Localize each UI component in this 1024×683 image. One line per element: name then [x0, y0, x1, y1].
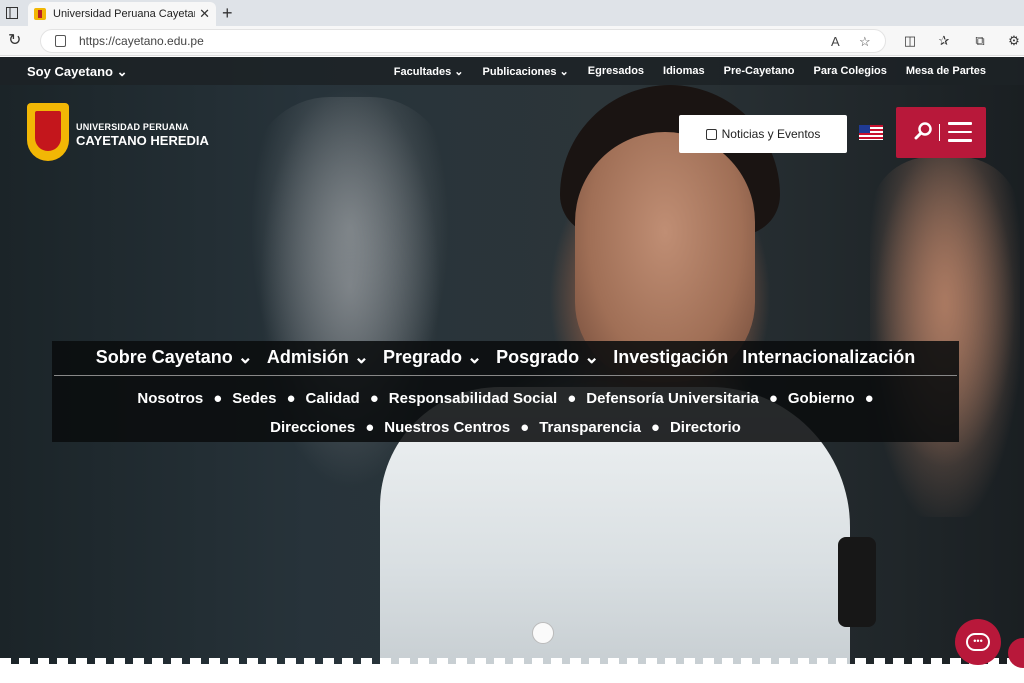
nav-admision[interactable]: Admisión ⌄ [267, 347, 369, 377]
calendar-icon [705, 128, 717, 140]
close-tab-icon[interactable]: ✕ [199, 6, 210, 22]
subnav-direcciones[interactable]: Direcciones [270, 419, 355, 436]
main-navigation: Sobre Cayetano ⌄ Admisión ⌄ Pregrado ⌄ P… [52, 341, 959, 442]
search-icon[interactable] [914, 121, 934, 147]
nav-posgrado[interactable]: Posgrado ⌄ [496, 347, 599, 377]
topnav-egresados[interactable]: Egresados [588, 65, 644, 78]
subnav-sedes[interactable]: Sedes [232, 390, 276, 407]
bullet-separator: ● [365, 419, 375, 436]
torn-paper-divider [0, 658, 1024, 683]
hamburger-menu-icon[interactable] [948, 122, 972, 142]
hero-watch [838, 537, 876, 627]
topnav-para-colegios[interactable]: Para Colegios [814, 65, 887, 78]
chat-button[interactable]: ••• [955, 619, 1001, 665]
hero-coat-button [532, 622, 554, 644]
collections-icon[interactable]: ⧉ [972, 33, 988, 49]
subnav-defensoria-universitaria[interactable]: Defensoría Universitaria [586, 390, 759, 407]
hero-hand-right [870, 157, 1020, 517]
shield-icon [27, 103, 69, 161]
extension-icon[interactable]: ⚙ [1006, 33, 1022, 49]
subnav-gobierno[interactable]: Gobierno [788, 390, 855, 407]
us-flag-language-icon[interactable] [859, 125, 883, 140]
tab-title: Universidad Peruana Cayetano H [53, 8, 195, 20]
menu-separator [939, 124, 940, 141]
bullet-separator: ● [286, 390, 296, 407]
topnav-mesa-de-partes[interactable]: Mesa de Partes [906, 65, 986, 78]
bullet-separator: ● [768, 390, 778, 407]
window-menu-icon[interactable] [4, 5, 20, 21]
secondary-nav-row2: Direcciones ● Nuestros Centros ● Transpa… [52, 419, 959, 436]
browser-tab-bar: Universidad Peruana Cayetano H ✕ + [0, 0, 1024, 26]
topnav-idiomas[interactable]: Idiomas [663, 65, 705, 78]
nav-investigacion[interactable]: Investigación [613, 347, 728, 377]
bullet-separator: ● [567, 390, 577, 407]
chat-bubble-icon: ••• [966, 633, 990, 651]
favorite-star-icon[interactable]: ☆ [859, 34, 871, 50]
nav-internacionalizacion[interactable]: Internacionalización [742, 347, 915, 377]
secondary-nav-row1: Nosotros ● Sedes ● Calidad ● Responsabil… [52, 390, 959, 407]
bullet-separator: ● [520, 419, 530, 436]
topnav-publicaciones[interactable]: Publicaciones ⌄ [483, 65, 569, 78]
subnav-nosotros[interactable]: Nosotros [137, 390, 203, 407]
subnav-nuestros-centros[interactable]: Nuestros Centros [384, 419, 510, 436]
reload-icon[interactable]: ↻ [8, 32, 26, 50]
subnav-responsabilidad-social[interactable]: Responsabilidad Social [389, 390, 557, 407]
top-navigation: Soy Cayetano ⌄ Facultades ⌄ Publicacione… [0, 57, 1024, 85]
news-events-label: Noticias y Eventos [721, 127, 821, 141]
nav-pregrado[interactable]: Pregrado ⌄ [383, 347, 482, 377]
subnav-transparencia[interactable]: Transparencia [539, 419, 641, 436]
nav-divider [54, 375, 957, 376]
topnav-facultades[interactable]: Facultades ⌄ [394, 65, 464, 78]
favorites-icon[interactable]: ✰ [936, 33, 952, 49]
news-events-button[interactable]: Noticias y Eventos [679, 115, 847, 153]
bullet-separator: ● [213, 390, 223, 407]
url-input[interactable]: https://cayetano.edu.pe A ☆ [40, 29, 886, 53]
address-bar-area: ↻ https://cayetano.edu.pe A ☆ ◫ ✰ ⧉ ⚙ [0, 26, 1024, 56]
logo-line2: CAYETANO HEREDIA [76, 133, 209, 148]
bullet-separator: ● [864, 390, 874, 407]
bullet-separator: ● [650, 419, 660, 436]
url-text: https://cayetano.edu.pe [79, 34, 204, 48]
lock-icon[interactable] [55, 35, 66, 47]
top-links: Facultades ⌄ Publicaciones ⌄ Egresados I… [394, 65, 986, 78]
bullet-separator: ● [369, 390, 379, 407]
primary-nav: Sobre Cayetano ⌄ Admisión ⌄ Pregrado ⌄ P… [52, 347, 959, 377]
new-tab-icon[interactable]: + [222, 3, 233, 24]
browser-tab[interactable]: Universidad Peruana Cayetano H ✕ [28, 2, 216, 26]
search-menu-box [896, 107, 986, 158]
soy-cayetano-menu[interactable]: Soy Cayetano ⌄ [27, 64, 128, 80]
logo-line1: UNIVERSIDAD PERUANA [76, 122, 189, 132]
split-screen-icon[interactable]: ◫ [902, 33, 918, 49]
subnav-directorio[interactable]: Directorio [670, 419, 741, 436]
favicon-icon [34, 8, 46, 20]
topnav-pre-cayetano[interactable]: Pre-Cayetano [724, 65, 795, 78]
nav-sobre-cayetano[interactable]: Sobre Cayetano ⌄ [96, 347, 253, 377]
university-logo[interactable]: UNIVERSIDAD PERUANA CAYETANO HEREDIA [27, 103, 227, 163]
read-aloud-icon[interactable]: A [831, 34, 840, 49]
subnav-calidad[interactable]: Calidad [306, 390, 360, 407]
